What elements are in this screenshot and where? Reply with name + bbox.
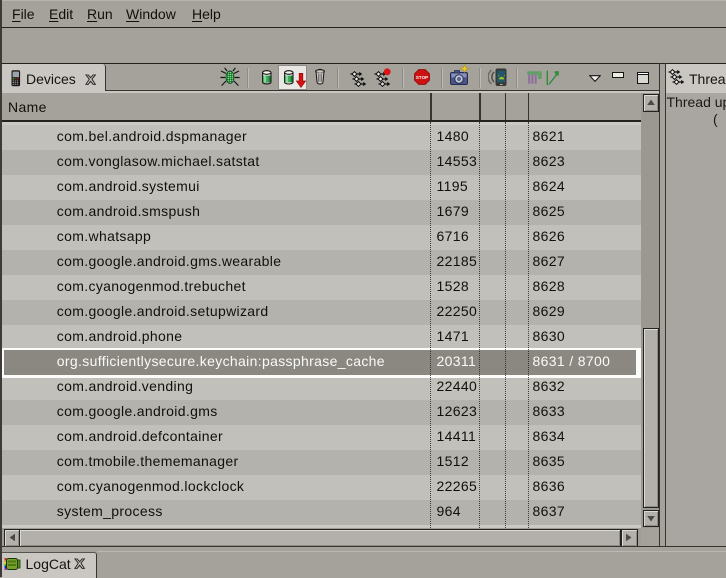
svg-text:STOP: STOP: [415, 75, 427, 80]
